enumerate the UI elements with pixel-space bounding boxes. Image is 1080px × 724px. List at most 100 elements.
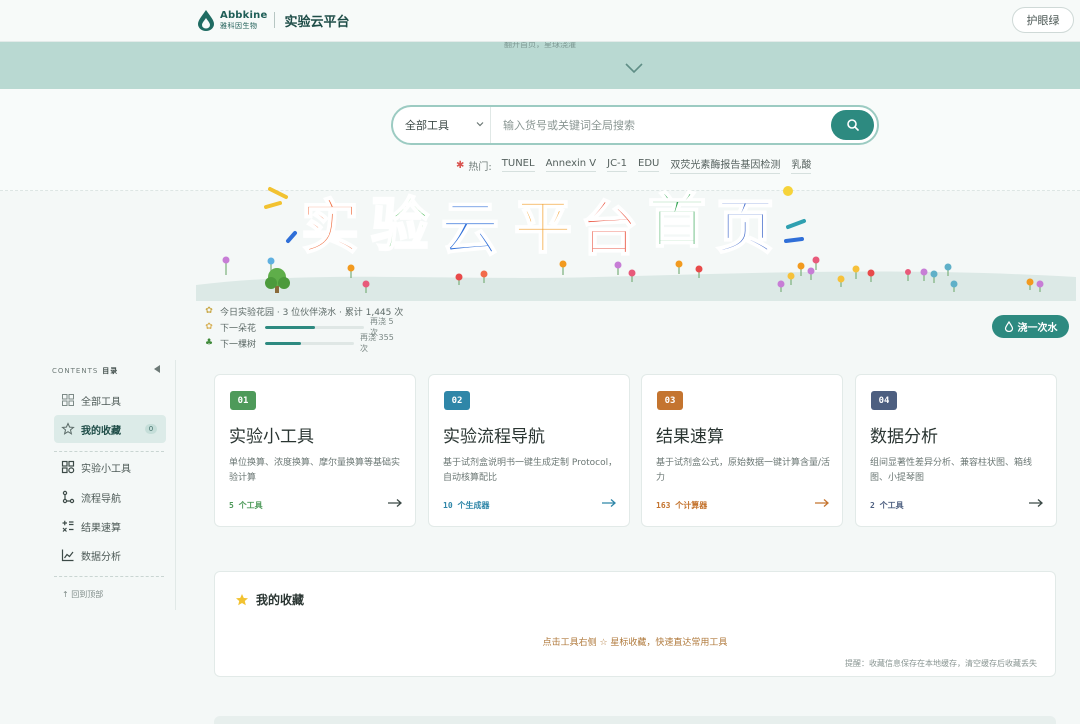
banner-title-char: 实 xyxy=(301,193,359,261)
arrow-right-icon[interactable] xyxy=(601,498,617,508)
favorites-panel: 我的收藏 点击工具右侧 ☆ 星标收藏，快速直达常用工具 提醒：收藏信息保存在本地… xyxy=(214,571,1056,677)
hot-label: 热门: xyxy=(468,161,492,173)
back-to-top-link[interactable]: ↑ 回到顶部 xyxy=(62,589,103,600)
card-description: 基于试剂盒公式，原始数据一键计算含量/活力 xyxy=(656,458,831,483)
drop-logo-icon xyxy=(198,10,214,31)
sidebar-divider xyxy=(54,451,164,452)
search-box: 全部工具 xyxy=(391,105,879,145)
tree-progress-bar xyxy=(265,342,354,345)
favorites-storage-note: 提醒：收藏信息保存在本地缓存，清空缓存后收藏丢失 xyxy=(845,659,1037,668)
workflow-icon xyxy=(62,490,75,504)
next-flower-label: 下一朵花 xyxy=(220,323,257,334)
tree-remaining: 再浇 355 次 xyxy=(360,333,394,353)
logo-subtitle: 雅科因生物 xyxy=(220,21,258,30)
card-number-badge: 03 xyxy=(657,391,683,410)
search-button[interactable] xyxy=(831,110,874,140)
sidebar-heading: CONTENTS 目录 xyxy=(52,366,118,376)
favorites-title: 我的收藏 xyxy=(256,593,305,607)
card-count: 10 个生成器 xyxy=(443,501,490,510)
hot-tag[interactable]: 乳酸 xyxy=(791,156,812,174)
chevron-down-icon[interactable] xyxy=(624,62,644,74)
card-number-badge: 01 xyxy=(230,391,256,410)
card-title: 实验流程导航 xyxy=(443,427,545,447)
sidebar-item-data-analysis[interactable]: 数据分析 xyxy=(54,541,166,569)
card-description: 单位换算、浓度换算、摩尔量换算等基础实验计算 xyxy=(229,458,401,483)
hot-tag[interactable]: TUNEL xyxy=(501,158,535,172)
arrow-right-icon[interactable] xyxy=(387,498,403,508)
banner-title-char: 页 xyxy=(716,193,774,261)
banner-title-char: 台 xyxy=(580,195,638,263)
next-section-edge xyxy=(214,716,1056,724)
card-workflow[interactable]: 02 实验流程导航 基于试剂盒说明书一键生成定制 Protocol，自动核算配比… xyxy=(428,374,630,527)
card-mini-tools[interactable]: 01 实验小工具 单位换算、浓度换算、摩尔量换算等基础实验计算 5 个工具 xyxy=(214,374,416,527)
contents-sidebar: CONTENTS 目录 全部工具 我的收藏 0 实验小工具 流程导航 结果速算 … xyxy=(52,360,176,610)
arrow-right-icon[interactable] xyxy=(1028,498,1044,508)
star-icon xyxy=(236,594,248,606)
sidebar-item-all-tools[interactable]: 全部工具 xyxy=(54,386,166,414)
eye-care-button[interactable]: 护眼绿 xyxy=(1012,7,1074,33)
card-number-badge: 02 xyxy=(444,391,470,410)
sidebar-item-mini-tools[interactable]: 实验小工具 xyxy=(54,453,166,481)
logo-wordmark: Abbkine xyxy=(220,9,268,21)
tree-progress-fill xyxy=(265,342,301,345)
flower-progress-bar xyxy=(265,326,364,329)
chevron-down-icon xyxy=(476,122,484,127)
water-button-label: 浇一次水 xyxy=(1017,323,1058,334)
star-icon xyxy=(61,422,75,435)
hot-keywords: ✱ 热门: TUNEL Annexin V JC-1 EDU 双荧光素酶报告基因… xyxy=(456,156,822,174)
card-title: 数据分析 xyxy=(870,427,938,447)
sidebar-divider xyxy=(54,576,164,577)
hot-tag[interactable]: Annexin V xyxy=(545,158,597,172)
next-tree-row: ♣ 下一棵树 再浇 355 次 xyxy=(204,333,403,353)
card-description: 组间显著性差异分析、兼容柱状图、箱线图、小提琴图 xyxy=(870,458,1033,483)
apps-icon xyxy=(61,460,75,474)
banner-title: 实 验 云 平 台 首 页 xyxy=(300,186,775,264)
search-scope-label: 全部工具 xyxy=(405,119,449,132)
site-title: 实验云平台 xyxy=(284,14,350,30)
top-header: Abbkine 雅科因生物 实验云平台 护眼绿 xyxy=(0,0,1080,42)
banner-title-char: 验 xyxy=(371,191,429,259)
sidebar-item-label: 我的收藏 xyxy=(81,425,121,437)
banner-title-char: 平 xyxy=(514,193,572,261)
sidebar-heading-en: CONTENTS xyxy=(52,367,99,375)
sidebar-item-calculator[interactable]: 结果速算 xyxy=(54,512,166,540)
banner-title-char: 首 xyxy=(648,187,706,255)
card-number-badge: 04 xyxy=(871,391,897,410)
grid-icon xyxy=(62,394,74,406)
flower-progress-fill xyxy=(265,326,315,329)
collapse-sidebar-icon[interactable] xyxy=(152,364,162,374)
homepage-banner: 实 验 云 平 台 首 页 xyxy=(196,186,1076,301)
search-icon xyxy=(846,119,859,131)
card-calculator[interactable]: 03 结果速算 基于试剂盒公式，原始数据一键计算含量/活力 163 个计算器 xyxy=(641,374,843,527)
water-drop-icon xyxy=(1004,321,1013,332)
brand-logo[interactable]: Abbkine 雅科因生物 实验云平台 xyxy=(196,9,349,31)
arrow-right-icon[interactable] xyxy=(814,498,830,508)
favorites-count-badge: 0 xyxy=(145,424,157,434)
calculator-icon xyxy=(62,520,74,532)
card-data-analysis[interactable]: 04 数据分析 组间显著性差异分析、兼容柱状图、箱线图、小提琴图 2 个工具 xyxy=(855,374,1057,527)
favorites-empty-hint: 点击工具右侧 ☆ 星标收藏，快速直达常用工具 xyxy=(542,638,728,648)
tree-small-icon: ♣ xyxy=(204,338,214,348)
card-count: 5 个工具 xyxy=(229,501,263,510)
line-chart-icon xyxy=(61,549,74,562)
water-button[interactable]: 浇一次水 xyxy=(992,315,1069,338)
card-title: 实验小工具 xyxy=(229,427,314,447)
sidebar-item-label: 结果速算 xyxy=(81,522,121,534)
card-count: 163 个计算器 xyxy=(656,501,708,510)
card-description: 基于试剂盒说明书一键生成定制 Protocol，自动核算配比 xyxy=(443,458,618,483)
search-input[interactable] xyxy=(503,115,823,135)
next-tree-label: 下一棵树 xyxy=(220,339,257,350)
banner-title-char: 云 xyxy=(441,195,499,263)
collapsed-banner-strip[interactable]: 翻开首页，星球浇灌 xyxy=(0,42,1080,89)
sprout-icon: ✿ xyxy=(205,306,213,316)
hot-tag[interactable]: 双荧光素酶报告基因检测 xyxy=(670,156,781,174)
strip-text: 翻开首页，星球浇灌 xyxy=(504,42,576,48)
sidebar-item-workflow[interactable]: 流程导航 xyxy=(54,483,166,511)
sidebar-item-label: 实验小工具 xyxy=(81,463,131,475)
hot-tag[interactable]: JC-1 xyxy=(607,158,628,172)
sidebar-item-label: 数据分析 xyxy=(81,551,121,563)
search-scope-select[interactable]: 全部工具 xyxy=(405,107,491,143)
sidebar-item-favorites[interactable]: 我的收藏 0 xyxy=(54,415,166,443)
hot-tag[interactable]: EDU xyxy=(638,158,660,172)
logo-divider xyxy=(274,12,276,28)
